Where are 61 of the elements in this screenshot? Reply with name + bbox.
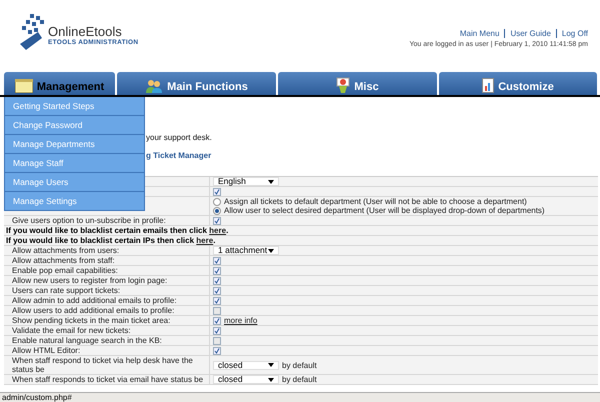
nav-tab[interactable]: Management (4, 72, 115, 95)
setting-label: Allow new users to register from login page: (12, 276, 168, 285)
caret-icon (268, 363, 274, 367)
intro-link[interactable]: g Ticket Manager (146, 151, 600, 160)
radio-button[interactable] (213, 198, 221, 206)
checkbox[interactable] (213, 188, 221, 196)
dropdown[interactable]: closed (213, 375, 279, 384)
checkbox[interactable] (213, 336, 221, 344)
setting-label: When staff respond to ticket via help desk have the status be (12, 356, 193, 374)
setting-label: Enable pop email capabilities: (12, 266, 118, 275)
header-link[interactable]: Log Off (562, 29, 588, 38)
setting-label: Allow attachments from users: (12, 246, 120, 255)
logo-icon (20, 14, 46, 50)
checkbox[interactable] (213, 346, 221, 354)
people-icon (145, 79, 164, 93)
checkbox[interactable] (213, 286, 221, 294)
caret-icon (268, 378, 274, 382)
checkbox[interactable] (213, 256, 221, 264)
suffix-text: by default (282, 375, 317, 384)
logo-title: OnlineEtools (48, 25, 123, 39)
checkbox[interactable] (213, 216, 221, 224)
dropdown[interactable]: closed (213, 360, 279, 370)
chart-icon (336, 77, 350, 93)
setting-label: When staff responds to ticket via email have status be (12, 375, 204, 384)
checkbox[interactable] (213, 306, 221, 314)
checkbox[interactable] (213, 296, 221, 304)
checkbox[interactable] (213, 316, 221, 324)
dropdown[interactable]: English (213, 177, 279, 186)
setting-label: Validate the email for new tickets: (12, 326, 131, 335)
radio-button[interactable] (213, 206, 221, 214)
intro-text: your support desk. (146, 133, 213, 142)
here-link[interactable]: here (209, 226, 226, 235)
header-link[interactable]: User Guide (510, 29, 551, 38)
checkbox[interactable] (213, 276, 221, 284)
caret-icon (268, 180, 274, 184)
more-info-link[interactable]: more info (224, 316, 258, 325)
setting-label: Allow HTML Editor: (12, 346, 80, 355)
dropdown[interactable]: 1 attachment (213, 246, 279, 255)
nav-tab[interactable]: Misc (278, 72, 437, 95)
blacklist-notice: If you would like to blacklist certain emails then click here. (5, 226, 228, 235)
setting-label: Allow users to add additional emails to profile: (12, 306, 174, 315)
setting-label: Allow attachments from staff: (12, 256, 115, 265)
caret-icon (268, 248, 274, 252)
nav-tab[interactable]: Main Functions (117, 72, 276, 95)
setting-label: Enable natural language search in the KB: (12, 336, 162, 345)
nav-tab[interactable]: Customize (439, 72, 597, 95)
checkbox[interactable] (213, 326, 221, 334)
radio-label: Assign all tickets to default department (User will not be able to choose a department) (224, 197, 527, 206)
blacklist-notice: If you would like to blacklist certain IPs then click here. (5, 236, 216, 245)
setting-label: Show pending tickets in the main ticket area: (12, 316, 170, 325)
radio-label: Allow user to select desired department (User will be displayed drop-down of departments) (224, 206, 545, 215)
setting-label: Allow admin to add additional emails to profile: (12, 296, 177, 305)
report-icon (482, 78, 494, 93)
suffix-text: by default (282, 360, 317, 370)
setting-label: Users can rate support tickets: (12, 286, 120, 295)
setting-label: Give users option to un-subscribe in profile: (12, 216, 166, 225)
status-bar: admin/custom.php# (0, 392, 600, 402)
checkbox[interactable] (213, 266, 221, 274)
here-link[interactable]: here (196, 236, 214, 245)
folder-icon (14, 79, 33, 93)
header-link[interactable]: Main Menu (460, 29, 500, 38)
